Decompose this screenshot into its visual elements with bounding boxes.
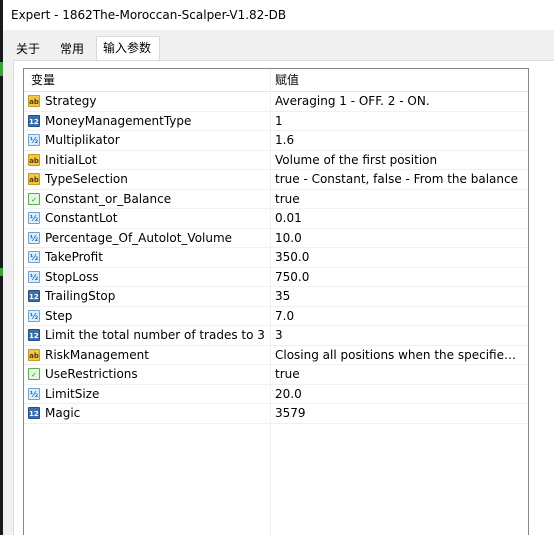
inputs-panel: 变量 赋值 ab Strategy Averaging 1 - OFF. 2 - O… (13, 60, 554, 535)
green-marker (0, 268, 3, 276)
parameter-row[interactable]: 123 Magic 3579 (24, 404, 528, 424)
parameter-name: Constant_or_Balance (45, 191, 172, 206)
parameter-name: Strategy (45, 94, 97, 108)
integer-type-icon: 123 (28, 114, 40, 127)
parameter-name: Limit the total number of trades to 3 (45, 328, 265, 342)
parameter-value[interactable]: 750.0 (275, 268, 523, 287)
double-type-icon: ½ (28, 231, 40, 244)
integer-type-icon: 123 (28, 290, 40, 302)
parameter-row[interactable]: ½ Percentage_Of_Autolot_Volume 10.0 (24, 229, 528, 248)
parameter-row[interactable]: ab Strategy Averaging 1 - OFF. 2 - ON. (24, 92, 528, 112)
left-edge-strip (0, 0, 3, 535)
parameter-name: ConstantLot (45, 211, 118, 225)
tab-bar: 关于 常用 输入参数 (3, 30, 554, 60)
parameter-value[interactable]: Closing all positions when the specified… (275, 346, 523, 365)
parameter-value[interactable]: 1 (275, 112, 523, 131)
expert-properties-window: Expert - 1862The-Moroccan-Scalper-V1.82-… (0, 0, 554, 535)
parameter-value[interactable]: Volume of the first position (275, 151, 523, 170)
parameter-value[interactable]: true (275, 190, 523, 209)
parameter-row[interactable]: ½ TakeProfit 350.0 (24, 248, 528, 268)
parameter-value[interactable]: 3579 (275, 404, 523, 423)
parameter-value[interactable]: true - Constant, false - From the balanc… (275, 170, 523, 189)
parameter-row[interactable]: ½ ConstantLot 0.01 (24, 209, 528, 229)
parameter-value[interactable]: 3 (275, 326, 523, 345)
parameter-value[interactable]: 1.6 (275, 131, 523, 150)
parameter-name: TrailingStop (45, 289, 116, 303)
parameter-row[interactable]: ab RiskManagement Closing all positions wh… (24, 346, 528, 365)
parameter-row[interactable]: ½ Multiplikator 1.6 (24, 131, 528, 151)
double-type-icon: ½ (28, 309, 40, 322)
parameter-name: LimitSize (45, 386, 100, 401)
grid-body: ab Strategy Averaging 1 - OFF. 2 - ON. 123 M… (24, 69, 528, 535)
parameter-value[interactable]: 0.01 (275, 209, 523, 228)
string-type-icon: ab (28, 153, 40, 166)
double-type-icon: ½ (28, 134, 40, 146)
parameter-name: Multiplikator (45, 133, 120, 147)
tab-common[interactable]: 常用 (54, 38, 90, 60)
parameter-row[interactable]: ½ Step 7.0 (24, 307, 528, 326)
parameter-row[interactable]: 123 MoneyManagementType 1 (24, 112, 528, 131)
parameter-row[interactable]: 123 TrailingStop 35 (24, 287, 528, 307)
bool-type-icon: ✓ (28, 368, 40, 380)
double-type-icon: ½ (28, 387, 40, 400)
parameter-name: Step (45, 308, 73, 323)
parameter-name: TakeProfit (45, 250, 103, 264)
parameter-row[interactable]: ab TypeSelection true - Constant, false - … (24, 170, 528, 190)
parameter-name: TypeSelection (45, 172, 128, 186)
green-marker (0, 62, 3, 76)
parameter-row[interactable]: ✓ UseRestrictions true (24, 365, 528, 385)
parameter-row[interactable]: ½ StopLoss 750.0 (24, 268, 528, 287)
parameter-name: Magic (45, 406, 81, 420)
parameter-name: InitialLot (45, 152, 97, 167)
parameter-value[interactable]: true (275, 365, 523, 384)
parameter-value[interactable]: 7.0 (275, 307, 523, 326)
parameter-row[interactable]: 123 Limit the total number of trades to 3… (24, 326, 528, 346)
column-header-variable[interactable]: 变量 (31, 69, 55, 91)
parameter-name: UseRestrictions (45, 367, 138, 381)
tab-inputs[interactable]: 输入参数 (96, 36, 160, 60)
column-header-value[interactable]: 赋值 (275, 69, 299, 91)
parameter-value[interactable]: 20.0 (275, 385, 523, 404)
string-type-icon: ab (28, 348, 40, 361)
parameter-name: RiskManagement (45, 347, 149, 362)
string-type-icon: ab (28, 95, 40, 107)
double-type-icon: ½ (28, 251, 40, 263)
parameter-name: Percentage_Of_Autolot_Volume (45, 230, 233, 245)
parameter-value[interactable]: 350.0 (275, 248, 523, 267)
parameter-value[interactable]: Averaging 1 - OFF. 2 - ON. (275, 92, 523, 111)
parameter-row[interactable]: ab InitialLot Volume of the first position (24, 151, 528, 170)
parameter-name: StopLoss (45, 269, 99, 284)
tab-about[interactable]: 关于 (10, 38, 46, 60)
parameter-value[interactable]: 10.0 (275, 229, 523, 248)
string-type-icon: ab (28, 173, 40, 185)
parameter-row[interactable]: ✓ Constant_or_Balance true (24, 190, 528, 209)
parameters-grid[interactable]: 变量 赋值 ab Strategy Averaging 1 - OFF. 2 - O… (23, 68, 529, 535)
parameter-name: MoneyManagementType (45, 113, 192, 128)
parameter-row[interactable]: ½ LimitSize 20.0 (24, 385, 528, 404)
double-type-icon: ½ (28, 270, 40, 283)
integer-type-icon: 123 (28, 329, 40, 341)
parameter-value[interactable]: 35 (275, 287, 523, 306)
double-type-icon: ½ (28, 212, 40, 224)
integer-type-icon: 123 (28, 407, 40, 419)
bool-type-icon: ✓ (28, 192, 40, 205)
grid-header: 变量 赋值 (24, 69, 528, 92)
window-title: Expert - 1862The-Moroccan-Scalper-V1.82-… (3, 0, 554, 30)
